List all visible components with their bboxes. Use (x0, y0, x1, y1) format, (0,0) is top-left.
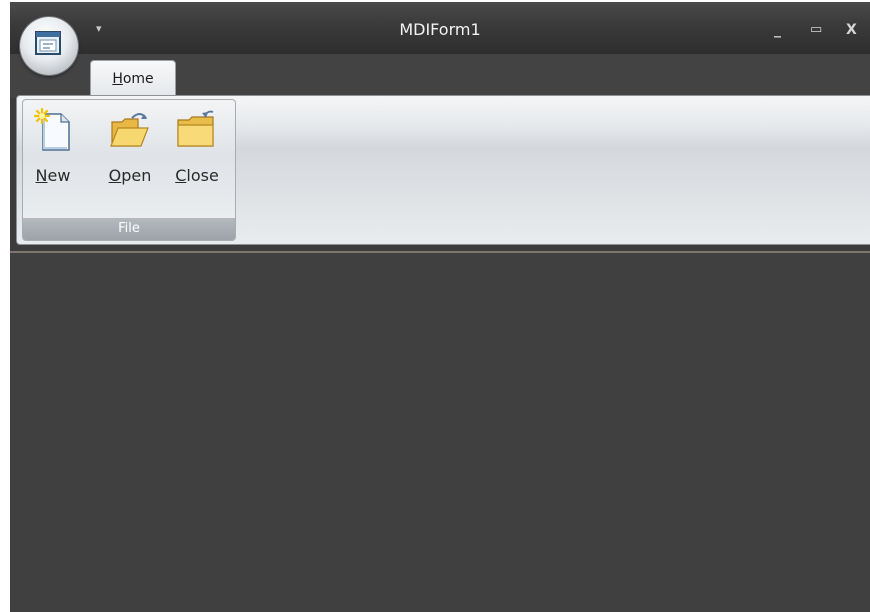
new-document-icon (33, 107, 70, 151)
close-button-ribbon[interactable]: Close (169, 108, 225, 185)
open-accelerator: O (108, 166, 122, 185)
tab-home[interactable]: Home (90, 60, 176, 98)
close-label-rest: lose (186, 166, 219, 185)
tab-home-accelerator: H (112, 71, 123, 87)
app-window-icon (35, 31, 61, 55)
ribbon-group-file: New Open Close File (22, 99, 236, 241)
close-folder-icon (177, 110, 214, 147)
close-button[interactable]: X (846, 21, 857, 39)
tab-home-label-rest: ome (122, 71, 154, 87)
mdi-client-area[interactable] (10, 251, 870, 612)
minimize-button[interactable]: _ (774, 21, 781, 39)
open-button-label: Open (103, 166, 157, 185)
open-label-rest: pen (121, 166, 152, 185)
close-accelerator: C (175, 166, 187, 185)
new-label-rest: ew (47, 166, 71, 185)
maximize-button[interactable]: ▭ (810, 21, 822, 39)
group-label-file: File (23, 218, 235, 240)
title-bar[interactable]: ▾ MDIForm1 _ ▭ X (10, 2, 870, 54)
mdi-window: ▾ MDIForm1 _ ▭ X Home New Open Close Fil… (10, 2, 870, 612)
window-title: MDIForm1 (399, 20, 481, 39)
new-accelerator: N (35, 166, 48, 185)
new-button[interactable]: New (31, 107, 75, 185)
application-button[interactable] (20, 17, 78, 75)
close-button-label: Close (169, 166, 225, 185)
open-button[interactable]: Open (103, 108, 157, 185)
new-button-label: New (31, 166, 75, 185)
open-folder-icon (110, 113, 149, 147)
